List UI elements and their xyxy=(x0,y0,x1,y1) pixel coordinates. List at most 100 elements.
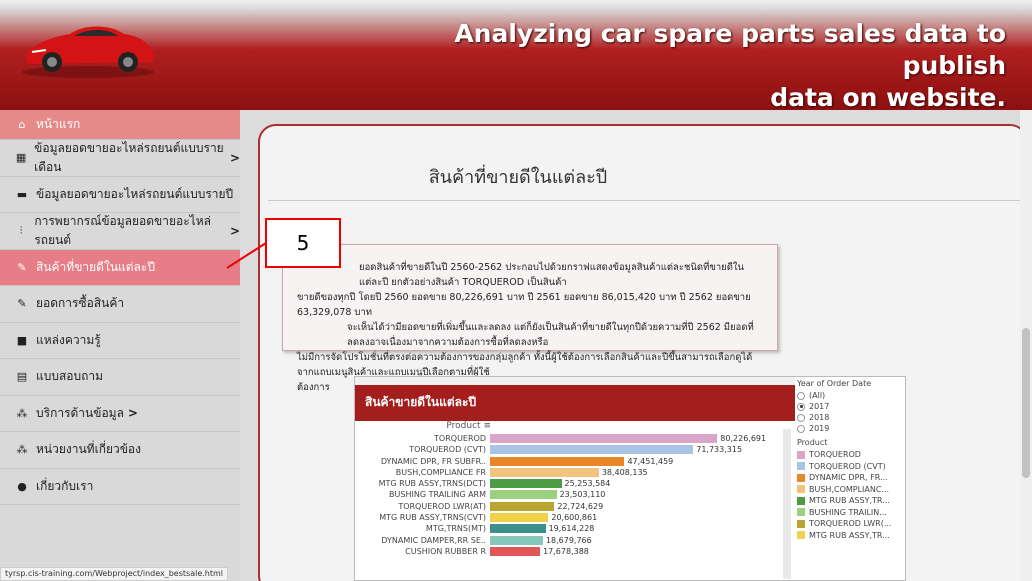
sidebar-item-forecast[interactable]: ⫶ การพยากรณ์ข้อมูลยอดขายอะไหล่รถยนต์ > xyxy=(0,213,240,250)
legend-label: BUSH,COMPLIANC... xyxy=(809,484,890,494)
sidebar-item-monthly-sales[interactable]: ▦ ข้อมูลยอดขายอะไหล่รถยนต์แบบรายเดือน > xyxy=(0,140,240,177)
radio-icon[interactable] xyxy=(797,402,805,411)
chart-value-label: 20,600,861 xyxy=(551,513,598,523)
car-logo-image xyxy=(22,26,154,78)
chart-bar-row[interactable]: MTG RUB ASSY,TRNS(CVT) 20,600,861 xyxy=(355,512,795,523)
radio-icon[interactable] xyxy=(797,424,805,433)
legend-item[interactable]: DYNAMIC DPR, FR... xyxy=(797,472,905,484)
year-radio-option[interactable]: 2019 xyxy=(797,423,905,434)
year-radio-label: (All) xyxy=(809,391,826,400)
chart-bar[interactable] xyxy=(490,490,557,500)
description-box: ยอดสินค้าที่ขายดีในปี 2560-2562 ประกอบไป… xyxy=(282,244,778,393)
chart-bar[interactable] xyxy=(490,546,541,556)
chart-bar[interactable] xyxy=(490,513,549,523)
sidebar-item-survey[interactable]: ▤ แบบสอบถาม xyxy=(0,359,240,396)
product-column-header[interactable]: Product ≡ xyxy=(405,421,491,431)
year-filter-options: (All) 2017 2018 2019 xyxy=(797,390,905,434)
chart-bar[interactable] xyxy=(490,456,625,466)
sidebar-item-purchases[interactable]: ✎ ยอดการซื้อสินค้า xyxy=(0,286,240,323)
sidebar-item-label: แบบสอบถาม xyxy=(36,369,104,384)
year-radio-option[interactable]: (All) xyxy=(797,390,905,401)
radio-icon[interactable] xyxy=(797,391,805,400)
sidebar-nav: ⌂ หน้าแรก ▦ ข้อมูลยอดขายอะไหล่รถยนต์แบบร… xyxy=(0,110,240,581)
legend-swatch xyxy=(797,531,805,540)
chart-bars-area: TORQUEROD 80,226,691 TORQUEROD (CVT) 71,733… xyxy=(355,433,795,581)
chart-bar-row[interactable]: MTG,TRNS(MT) 19,614,228 xyxy=(355,523,795,534)
bestseller-chart: สินค้าขายดีในแต่ละปี Product ≡ TORQUEROD… xyxy=(354,376,906,581)
sitemap-icon: ⁂ xyxy=(16,443,28,457)
chart-icon: ⫶ xyxy=(19,223,23,237)
legend-swatch xyxy=(797,496,805,505)
radio-icon[interactable] xyxy=(797,413,805,422)
sidebar-item-label: หน้าแรก xyxy=(36,117,81,131)
calendar-icon: ▬ xyxy=(16,187,28,201)
page-scrollbar[interactable] xyxy=(1020,110,1032,581)
chart-category-label: TORQUEROD xyxy=(434,434,486,443)
legend-label: BUSHING TRAILIN... xyxy=(809,507,887,517)
legend-swatch xyxy=(797,450,805,459)
legend-label: TORQUEROD xyxy=(809,450,861,460)
sidebar-item-bestsellers[interactable]: ✎ สินค้าที่ขายดีในแต่ละปี xyxy=(0,249,240,286)
legend-item[interactable]: TORQUEROD xyxy=(797,449,905,461)
chart-bar-row[interactable]: BUSHING TRAILING ARM 23,503,110 xyxy=(355,489,795,500)
sidebar-item-data-services[interactable]: ⁂ บริการด้านข้อมูล > xyxy=(0,396,240,432)
page-scrollbar-thumb[interactable] xyxy=(1022,328,1030,478)
wrench-icon: ✎ xyxy=(17,297,27,311)
sidebar-item-label: บริการด้านข้อมูล xyxy=(36,405,124,420)
legend-swatch xyxy=(797,508,805,517)
sitemap-icon: ⁂ xyxy=(16,406,28,420)
document-icon: ▤ xyxy=(16,370,28,384)
book-icon: ■ xyxy=(16,333,28,347)
chart-bar-row[interactable]: CUSHION RUBBER R 17,678,388 xyxy=(355,546,795,557)
chart-value-label: 25,253,584 xyxy=(564,479,611,489)
status-bar-url: tyrsp.cis-training.com/Webproject/index_… xyxy=(0,567,229,581)
sidebar-item-label: เกี่ยวกับเรา xyxy=(36,478,94,493)
legend-item[interactable]: MTG RUB ASSY,TR... xyxy=(797,530,905,542)
page-title: สินค้าที่ขายดีในแต่ละปี xyxy=(428,167,608,188)
chart-bar-row[interactable]: TORQUEROD 80,226,691 xyxy=(355,433,795,444)
legend-item[interactable]: BUSH,COMPLIANC... xyxy=(797,484,905,496)
chart-bar[interactable] xyxy=(490,445,694,455)
sidebar-item-label: การพยากรณ์ข้อมูลยอดขายอะไหล่รถยนต์ xyxy=(34,213,211,247)
description-line: จะเห็นได้ว่ามียอดขายที่เพิ่มขึ้นและลดลง … xyxy=(347,322,754,348)
site-header: Analyzing car spare parts sales data to … xyxy=(0,0,1032,112)
chart-value-label: 47,451,459 xyxy=(627,456,674,466)
legend-item[interactable]: TORQUEROD (CVT) xyxy=(797,461,905,473)
legend-label: DYNAMIC DPR, FR... xyxy=(809,473,888,483)
sidebar-item-knowledge[interactable]: ■ แหล่งความรู้ xyxy=(0,323,240,359)
chart-bar[interactable] xyxy=(490,501,555,511)
chart-bar[interactable] xyxy=(490,467,599,477)
chart-bar-row[interactable]: DYNAMIC DPR, FR SUBFR.. 47,451,459 xyxy=(355,456,795,467)
chart-header: สินค้าขายดีในแต่ละปี xyxy=(355,377,795,421)
chart-bar-row[interactable]: DYNAMIC DAMPER,RR SE.. 18,679,766 xyxy=(355,535,795,546)
chart-bar[interactable] xyxy=(490,535,543,545)
sidebar-item-label: แหล่งความรู้ xyxy=(36,332,101,347)
chart-category-label: MTG,TRNS(MT) xyxy=(425,524,486,534)
chart-bar-row[interactable]: TORQUEROD LWR(AT) 22,724,629 xyxy=(355,501,795,512)
legend-item[interactable]: TORQUEROD LWR(... xyxy=(797,518,905,530)
chart-value-label: 80,226,691 xyxy=(720,434,767,443)
year-radio-option[interactable]: 2017 xyxy=(797,401,905,412)
calendar-icon: ▦ xyxy=(15,151,27,165)
chart-bar[interactable] xyxy=(490,434,718,443)
legend-item[interactable]: MTG RUB ASSY,TR... xyxy=(797,495,905,507)
chart-category-label: CUSHION RUBBER R xyxy=(405,546,486,556)
chart-bar-row[interactable]: MTG RUB ASSY,TRNS(DCT) 25,253,584 xyxy=(355,478,795,489)
chart-bar-row[interactable]: TORQUEROD (CVT) 71,733,315 xyxy=(355,444,795,455)
sort-icon[interactable]: ≡ xyxy=(483,421,491,431)
product-header-label: Product xyxy=(446,421,481,431)
chart-category-label: BUSH,COMPLIANCE FR xyxy=(395,467,486,477)
legend-item[interactable]: BUSHING TRAILIN... xyxy=(797,507,905,519)
year-radio-option[interactable]: 2018 xyxy=(797,412,905,423)
sidebar-item-yearly-sales[interactable]: ▬ ข้อมูลยอดขายอะไหล่รถยนต์แบบรายปี xyxy=(0,177,240,213)
chart-scrollbar[interactable] xyxy=(783,429,791,579)
chart-bar[interactable] xyxy=(490,479,562,489)
sidebar-item-agencies[interactable]: ⁂ หน่วยงานที่เกี่ยวข้อง xyxy=(0,432,240,469)
sidebar-item-home[interactable]: ⌂ หน้าแรก xyxy=(0,110,240,140)
sidebar-item-about[interactable]: ● เกี่ยวกับเรา xyxy=(0,469,240,505)
chart-bar-row[interactable]: BUSH,COMPLIANCE FR 38,408,135 xyxy=(355,467,795,478)
sidebar-item-label: ยอดการซื้อสินค้า xyxy=(36,296,125,311)
chart-bar[interactable] xyxy=(490,524,546,534)
chart-category-label: TORQUEROD (CVT) xyxy=(409,445,486,455)
legend-label: TORQUEROD (CVT) xyxy=(809,461,886,471)
